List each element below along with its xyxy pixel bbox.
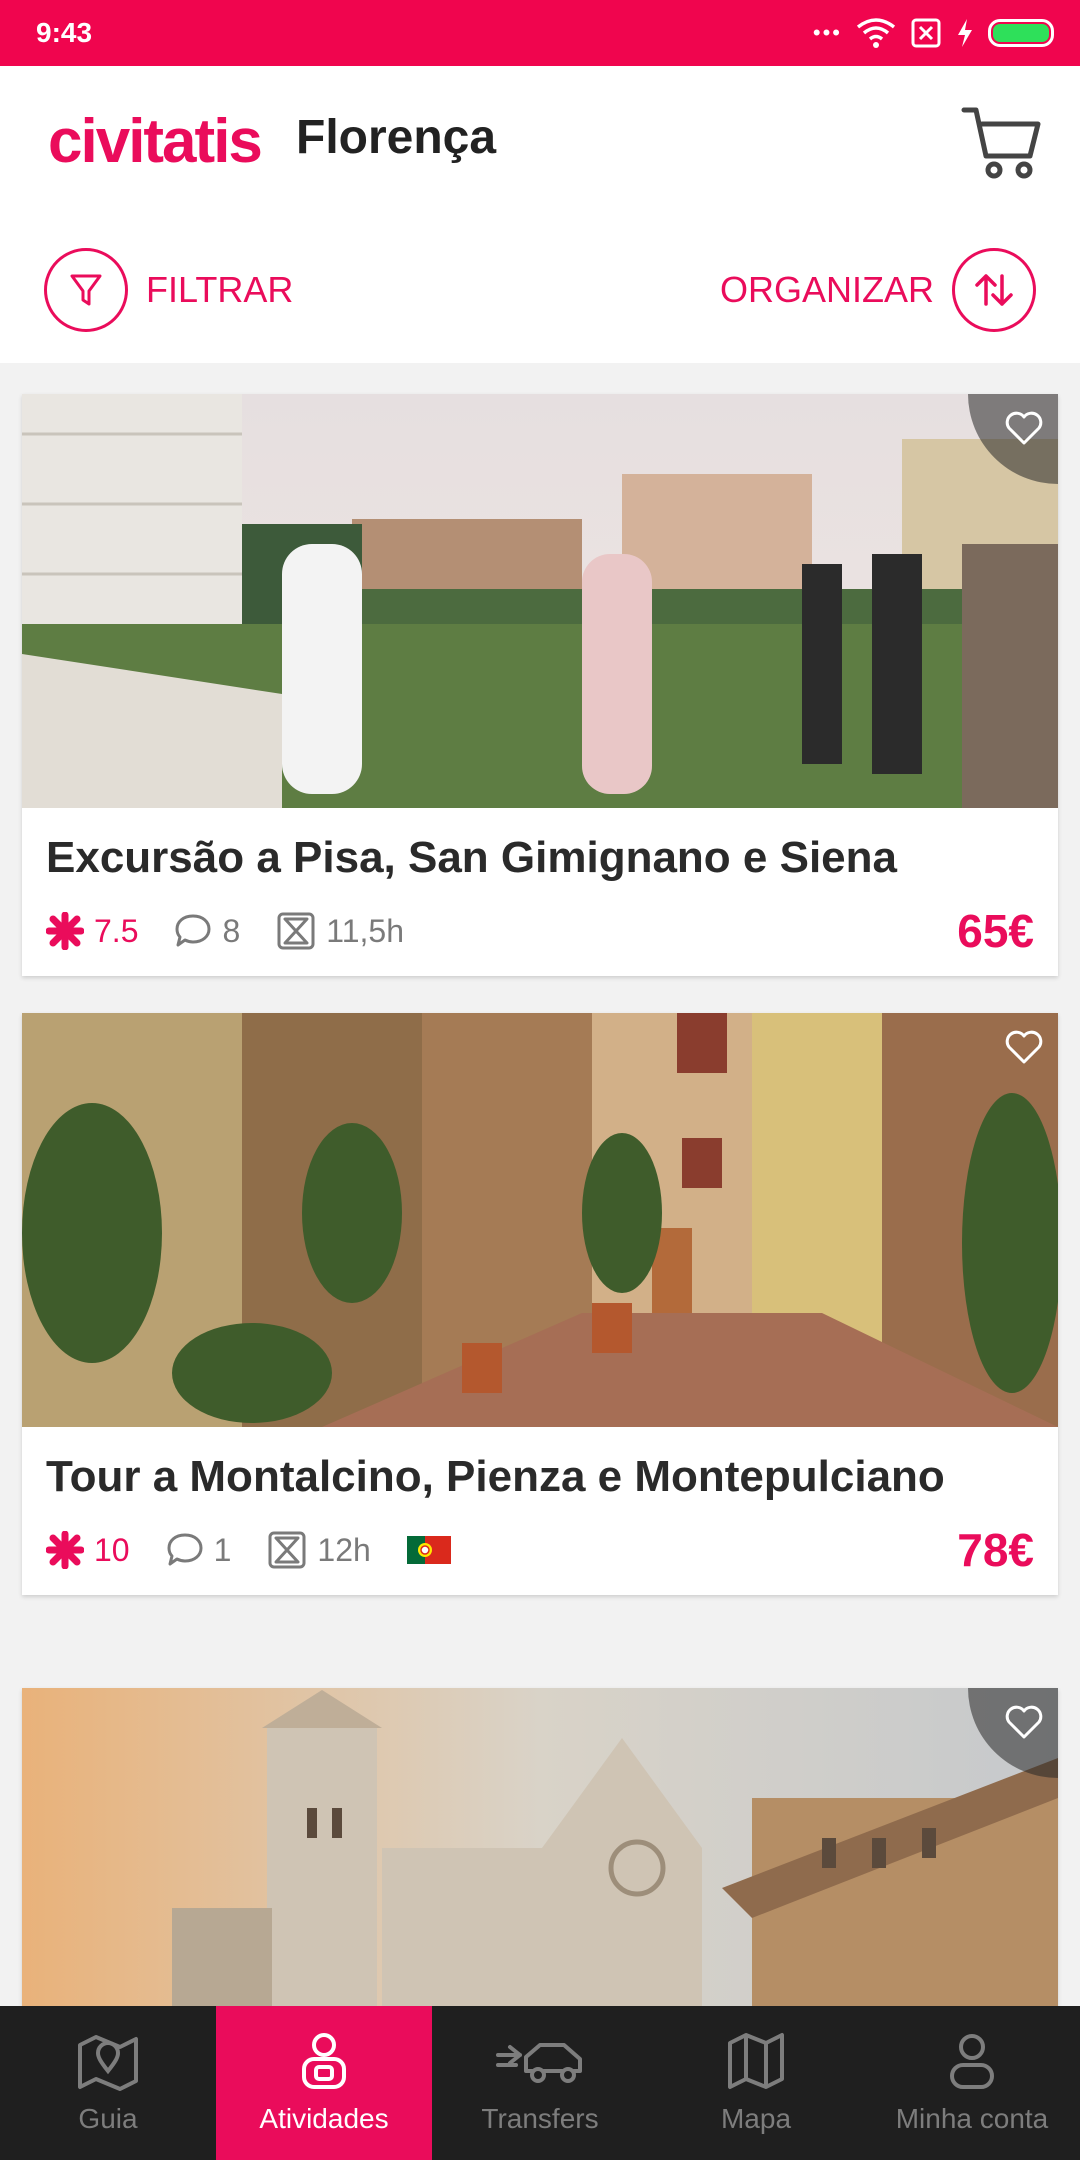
comment-count: 1 <box>213 1531 232 1568</box>
nav-label: Guia <box>78 2103 138 2134</box>
activity-photo <box>22 1013 1058 1427</box>
assisi-photo <box>22 1688 1058 2008</box>
activity-card[interactable]: Excursão a Pisa, San Gimignano e Siena 7… <box>22 394 1058 976</box>
price: 78€ <box>957 1524 1034 1576</box>
cart-icon[interactable] <box>960 100 1044 184</box>
filter-label: FILTRAR <box>146 269 294 310</box>
village-street-photo <box>22 1013 1058 1427</box>
map-icon <box>728 2033 784 2089</box>
rating-star-icon <box>46 912 84 950</box>
nav-item-transfers[interactable]: Transfers <box>432 2006 648 2160</box>
rating-value: 10 <box>94 1531 130 1568</box>
rating: 10 <box>46 1531 130 1569</box>
nav-label: Minha conta <box>895 2103 1049 2134</box>
sort-icon <box>952 248 1036 332</box>
comment-count: 8 <box>222 912 241 949</box>
rating: 7.5 <box>46 912 138 950</box>
hourglass-icon <box>277 912 315 950</box>
status-bar: 9:43 ••• <box>0 0 1080 66</box>
comments: 1 <box>166 1531 232 1569</box>
filter-sort-row: FILTRAR ORGANIZAR <box>0 248 1080 334</box>
brand-logo[interactable]: civitatis <box>48 106 263 177</box>
portugal-flag-icon <box>406 1536 451 1564</box>
activity-card[interactable]: Tour a Montalcino, Pienza e Montepulcian… <box>22 1013 1058 1595</box>
nav-item-guia[interactable]: Guia <box>0 2006 216 2160</box>
activities-icon <box>302 2033 346 2089</box>
activity-photo <box>22 394 1058 808</box>
rating-value: 7.5 <box>94 912 139 949</box>
activity-title: Tour a Montalcino, Pienza e Montepulcian… <box>46 1452 945 1501</box>
heart-icon <box>1005 1705 1043 1739</box>
city-title: Florença <box>296 111 497 164</box>
sort-button[interactable]: ORGANIZAR <box>720 248 1036 332</box>
status-icons: ••• <box>813 17 1054 49</box>
comment-icon <box>167 1533 203 1566</box>
status-dots: ••• <box>812 20 842 45</box>
duration: 11,5h <box>276 911 404 951</box>
user-icon <box>950 2034 994 2089</box>
duration-value: 12h <box>317 1531 371 1568</box>
bottom-navigation: Guia Atividades Transfers Mapa Minha con… <box>0 2006 1080 2160</box>
activity-meta: 10 1 12h 78€ <box>22 1505 1058 1595</box>
rating-star-icon <box>46 1531 84 1569</box>
pisa-photo <box>22 394 1058 808</box>
activity-card[interactable] <box>22 1688 1058 2008</box>
heart-icon <box>1005 411 1043 445</box>
price: 65€ <box>957 905 1034 957</box>
hourglass-icon <box>268 1531 306 1569</box>
battery-icon <box>988 19 1054 47</box>
duration-value: 11,5h <box>326 912 404 949</box>
comments: 8 <box>174 913 240 950</box>
activity-title: Excursão a Pisa, San Gimignano e Siena <box>46 833 897 882</box>
map-pin-icon <box>78 2035 138 2091</box>
transfer-car-icon <box>496 2043 582 2083</box>
comment-icon <box>175 914 211 947</box>
no-sim-icon <box>911 18 941 48</box>
filter-icon <box>44 248 128 332</box>
nav-label: Atividades <box>259 2103 389 2134</box>
activity-meta: 7.5 8 11,5h 65€ <box>22 886 1058 976</box>
charging-icon <box>958 19 972 47</box>
nav-label: Transfers <box>481 2103 599 2134</box>
nav-label: Mapa <box>720 2103 792 2134</box>
filter-button[interactable]: FILTRAR <box>44 248 293 332</box>
duration: 12h <box>267 1530 371 1570</box>
sort-label: ORGANIZAR <box>719 269 934 310</box>
nav-item-mapa[interactable]: Mapa <box>648 2006 864 2160</box>
app-header: civitatis Florença FILTRAR ORGANIZAR <box>0 66 1080 363</box>
nav-item-atividades[interactable]: Atividades <box>216 2006 432 2160</box>
status-time: 9:43 <box>36 17 93 48</box>
activity-photo <box>22 1688 1058 2008</box>
heart-icon <box>1005 1030 1043 1064</box>
nav-item-minha-conta[interactable]: Minha conta <box>864 2006 1080 2160</box>
wifi-icon <box>856 18 896 48</box>
